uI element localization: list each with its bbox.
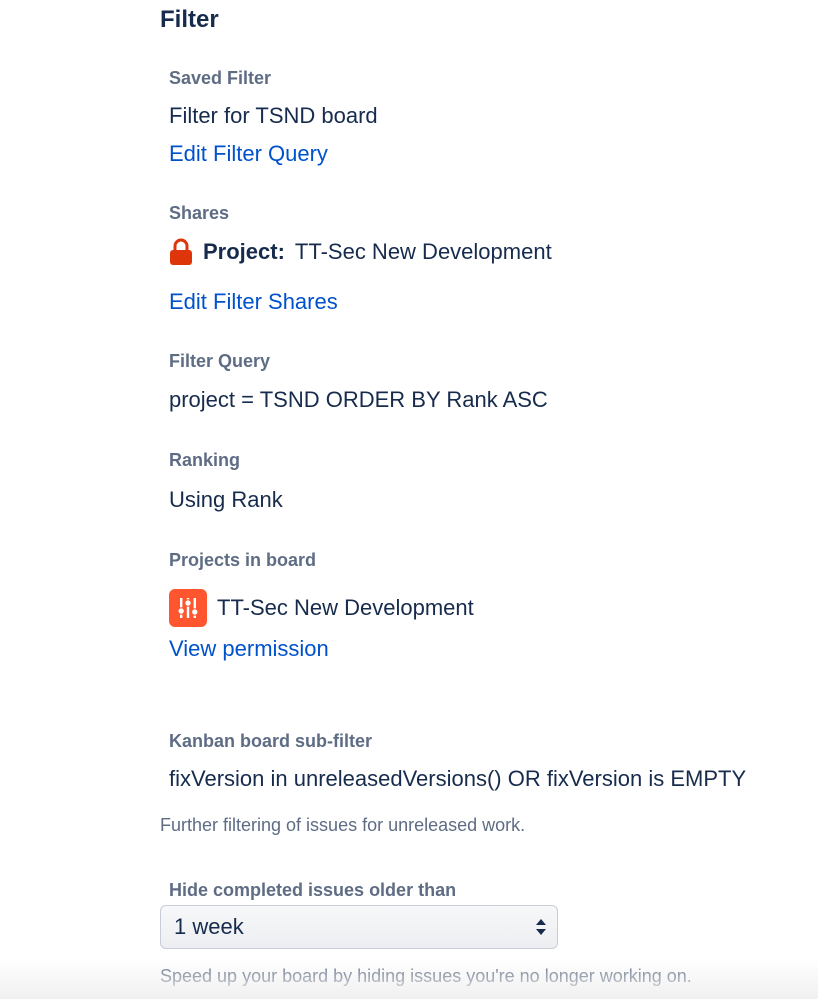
select-arrows-icon — [536, 919, 546, 935]
hide-completed-select[interactable]: 1 week — [160, 905, 558, 949]
lock-icon — [170, 238, 192, 265]
edit-filter-shares-link[interactable]: Edit Filter Shares — [169, 289, 338, 315]
project-avatar-icon — [169, 589, 207, 627]
ranking-label: Ranking — [169, 450, 241, 470]
share-project-name: TT-Sec New Development — [294, 239, 552, 264]
saved-filter-label: Saved Filter — [169, 68, 272, 88]
filter-query-label: Filter Query — [169, 351, 271, 371]
project-item: TT-Sec New Development — [169, 589, 474, 627]
saved-filter-value: Filter for TSND board — [169, 103, 378, 128]
edit-filter-query-link[interactable]: Edit Filter Query — [169, 141, 328, 167]
subfilter-help-text: Further filtering of issues for unreleas… — [160, 815, 526, 835]
board-filter-settings: Filter Saved Filter Filter for TSND boar… — [0, 0, 818, 999]
share-entry: Project: TT-Sec New Development — [169, 238, 552, 266]
hide-completed-label: Hide completed issues older than — [169, 880, 457, 900]
view-permission-link[interactable]: View permission — [169, 636, 329, 662]
subfilter-label: Kanban board sub-filter — [169, 731, 373, 751]
filter-query-value: project = TSND ORDER BY Rank ASC — [169, 387, 548, 412]
shares-label: Shares — [169, 203, 230, 223]
hide-completed-selected-value: 1 week — [174, 914, 244, 939]
share-type: Project: — [203, 239, 285, 264]
project-name: TT-Sec New Development — [217, 595, 474, 620]
hide-completed-help-text: Speed up your board by hiding issues you… — [160, 966, 692, 986]
subfilter-value: fixVersion in unreleasedVersions() OR fi… — [169, 766, 747, 791]
section-title: Filter — [160, 6, 219, 33]
ranking-value: Using Rank — [169, 487, 283, 512]
projects-label: Projects in board — [169, 550, 317, 570]
